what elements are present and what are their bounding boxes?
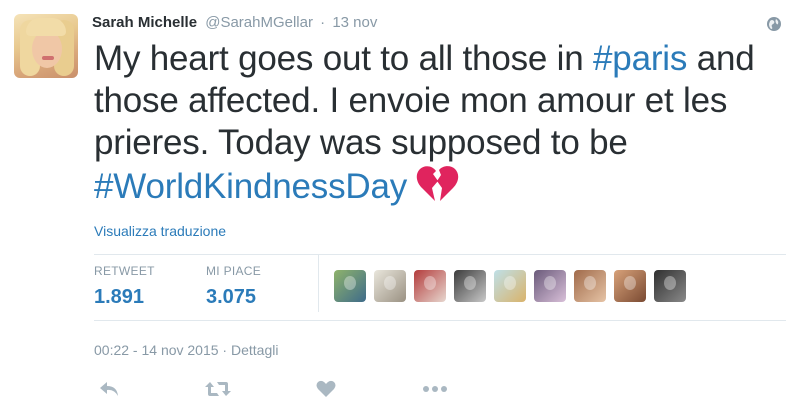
liker-avatar-head (424, 276, 436, 290)
liker-avatar-head (584, 276, 596, 290)
tweet-meta: 00:22 - 14 nov 2015 · Dettagli (94, 342, 278, 358)
globe-icon (767, 17, 781, 31)
tweet-header: Sarah Michelle @SarahMGellar · 13 nov (92, 14, 377, 31)
hashtag-paris[interactable]: #paris (593, 39, 687, 78)
tweet-date[interactable]: 13 nov (332, 14, 377, 31)
details-link[interactable]: Dettagli (231, 342, 278, 358)
liker-avatar[interactable] (494, 270, 526, 302)
tweet-timestamp[interactable]: 00:22 - 14 nov 2015 (94, 342, 219, 358)
retweet-stat[interactable]: RETWEET 1.891 (94, 264, 155, 309)
like-count: 3.075 (206, 286, 257, 308)
liker-avatar[interactable] (454, 270, 486, 302)
divider (94, 254, 786, 255)
avatar-hair (26, 18, 66, 36)
broken-heart-icon (416, 166, 459, 201)
like-stat[interactable]: MI PIACE 3.075 (206, 264, 261, 309)
liker-avatar[interactable] (414, 270, 446, 302)
translate-link[interactable]: Visualizza traduzione (94, 223, 226, 239)
liker-avatar-head (384, 276, 396, 290)
like-label: MI PIACE (206, 264, 262, 278)
author-name[interactable]: Sarah Michelle (92, 14, 197, 31)
liker-avatar[interactable] (614, 270, 646, 302)
like-icon[interactable] (316, 380, 336, 398)
tweet-text: My heart goes out to all those in #paris… (94, 38, 784, 208)
reply-icon[interactable] (98, 380, 120, 398)
avatar-lips (42, 56, 54, 60)
retweet-count: 1.891 (94, 286, 145, 308)
more-icon[interactable] (422, 380, 448, 398)
liker-avatar[interactable] (574, 270, 606, 302)
stats-separator (318, 254, 319, 312)
liker-avatar-head (544, 276, 556, 290)
retweet-label: RETWEET (94, 264, 155, 278)
liker-avatar[interactable] (374, 270, 406, 302)
author-handle[interactable]: @SarahMGellar (205, 14, 313, 31)
retweet-icon[interactable] (204, 380, 232, 398)
liker-avatar-head (664, 276, 676, 290)
liker-avatar[interactable] (654, 270, 686, 302)
hashtag-worldkindnessday[interactable]: #WorldKindnessDay (94, 167, 407, 206)
liker-avatar[interactable] (334, 270, 366, 302)
author-avatar[interactable] (14, 14, 78, 78)
tweet-text-part: My heart goes out to all those in (94, 39, 594, 78)
liker-avatar[interactable] (534, 270, 566, 302)
meta-separator: · (218, 342, 231, 358)
liker-avatar-head (344, 276, 356, 290)
divider (94, 320, 786, 321)
liker-avatar-head (624, 276, 636, 290)
header-separator: · (320, 14, 326, 31)
liker-avatar-head (464, 276, 476, 290)
liker-avatar-head (504, 276, 516, 290)
